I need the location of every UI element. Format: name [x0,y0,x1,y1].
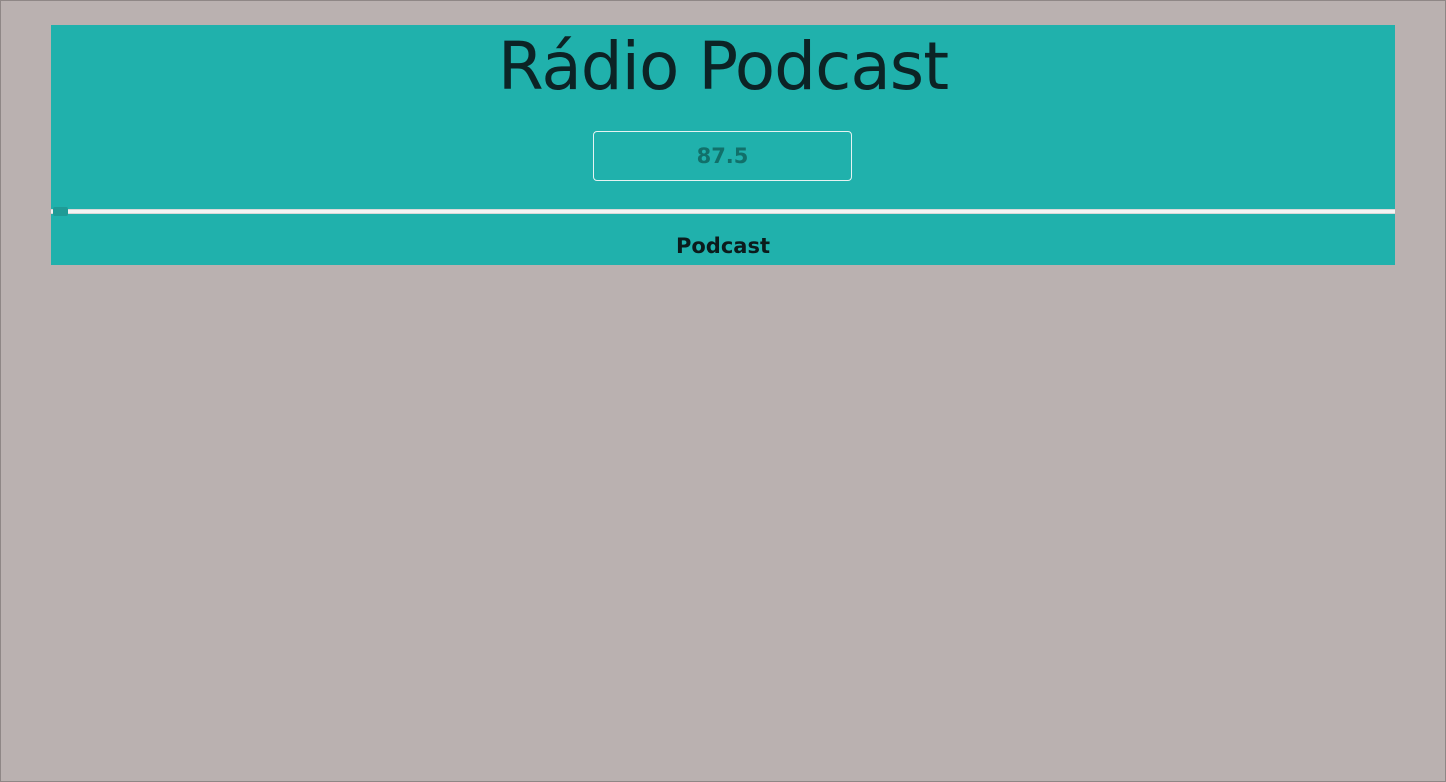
page-title: Rádio Podcast [497,28,949,105]
frequency-slider[interactable] [51,209,1395,214]
radio-panel: Rádio Podcast 87.5 Podcast [51,25,1395,265]
frequency-slider-thumb[interactable] [53,207,68,216]
station-label: Podcast [675,234,770,258]
frequency-display: 87.5 [593,131,852,181]
